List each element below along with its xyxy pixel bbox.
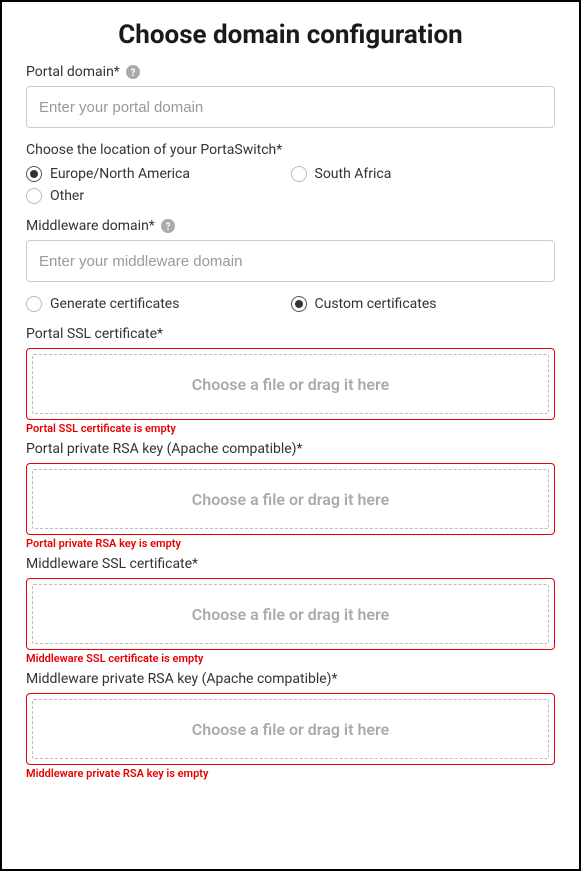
radio-bullet-icon <box>26 188 42 204</box>
radio-bullet-icon <box>26 296 42 312</box>
portal-domain-label-text: Portal domain* <box>26 64 120 80</box>
middleware-domain-label-text: Middleware domain* <box>26 218 155 234</box>
middleware-rsa-label: Middleware private RSA key (Apache compa… <box>26 671 555 687</box>
middleware-ssl-label: Middleware SSL certificate* <box>26 556 555 572</box>
radio-generate-certs[interactable]: Generate certificates <box>26 296 291 312</box>
middleware-rsa-error: Middleware private RSA key is empty <box>26 767 555 780</box>
portal-domain-field: Portal domain* <box>26 64 555 128</box>
radio-south-africa[interactable]: South Africa <box>291 166 556 182</box>
middleware-ssl-upload: Middleware SSL certificate* Choose a fil… <box>26 556 555 650</box>
radio-other[interactable]: Other <box>26 188 84 204</box>
middleware-domain-label: Middleware domain* <box>26 218 555 234</box>
dropzone-text: Choose a file or drag it here <box>192 490 389 509</box>
radio-custom-certs[interactable]: Custom certificates <box>291 296 556 312</box>
middleware-domain-input[interactable] <box>26 240 555 282</box>
radio-bullet-icon <box>26 166 42 182</box>
portal-ssl-dropzone[interactable]: Choose a file or drag it here <box>26 348 555 420</box>
radio-label-text: South Africa <box>315 166 392 182</box>
help-icon[interactable] <box>161 219 175 233</box>
help-icon[interactable] <box>126 65 140 79</box>
location-label: Choose the location of your PortaSwitch* <box>26 142 555 158</box>
middleware-rsa-upload: Middleware private RSA key (Apache compa… <box>26 671 555 765</box>
location-radio-group: Choose the location of your PortaSwitch*… <box>26 142 555 204</box>
portal-domain-input[interactable] <box>26 86 555 128</box>
radio-bullet-icon <box>291 166 307 182</box>
radio-label-text: Custom certificates <box>315 296 437 312</box>
portal-ssl-upload: Portal SSL certificate* Choose a file or… <box>26 326 555 420</box>
dropzone-text: Choose a file or drag it here <box>192 720 389 739</box>
radio-label-text: Generate certificates <box>50 296 179 312</box>
dropzone-inner: Choose a file or drag it here <box>32 699 549 759</box>
dropzone-inner: Choose a file or drag it here <box>32 469 549 529</box>
radio-label-text: Other <box>50 188 84 204</box>
middleware-ssl-dropzone[interactable]: Choose a file or drag it here <box>26 578 555 650</box>
radio-europe-na[interactable]: Europe/North America <box>26 166 291 182</box>
dropzone-text: Choose a file or drag it here <box>192 375 389 394</box>
portal-domain-label: Portal domain* <box>26 64 555 80</box>
portal-rsa-dropzone[interactable]: Choose a file or drag it here <box>26 463 555 535</box>
cert-mode-radio-group: Generate certificates Custom certificate… <box>26 296 555 312</box>
portal-rsa-error: Portal private RSA key is empty <box>26 537 555 550</box>
page-title: Choose domain configuration <box>26 20 555 50</box>
portal-rsa-upload: Portal private RSA key (Apache compatibl… <box>26 441 555 535</box>
middleware-domain-field: Middleware domain* <box>26 218 555 282</box>
dropzone-text: Choose a file or drag it here <box>192 605 389 624</box>
middleware-ssl-error: Middleware SSL certificate is empty <box>26 652 555 665</box>
dropzone-inner: Choose a file or drag it here <box>32 584 549 644</box>
radio-label-text: Europe/North America <box>50 166 190 182</box>
portal-ssl-error: Portal SSL certificate is empty <box>26 422 555 435</box>
dropzone-inner: Choose a file or drag it here <box>32 354 549 414</box>
portal-ssl-label: Portal SSL certificate* <box>26 326 555 342</box>
radio-bullet-icon <box>291 296 307 312</box>
middleware-rsa-dropzone[interactable]: Choose a file or drag it here <box>26 693 555 765</box>
portal-rsa-label: Portal private RSA key (Apache compatibl… <box>26 441 555 457</box>
